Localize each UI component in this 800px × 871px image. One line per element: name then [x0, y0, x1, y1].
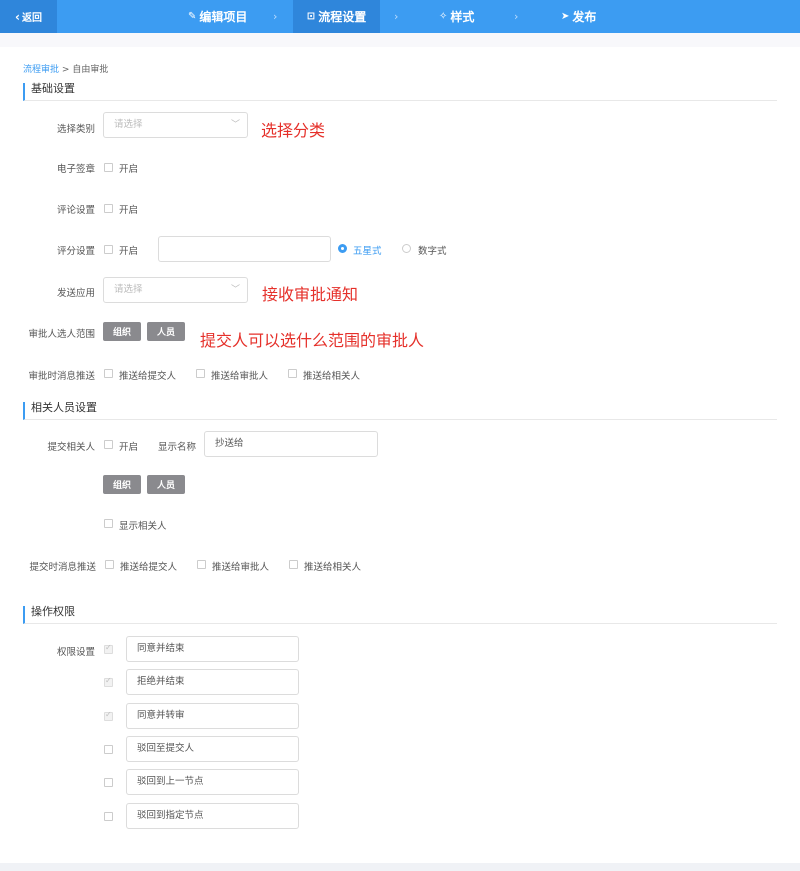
- approve-push-submitter-checkbox[interactable]: [104, 369, 113, 378]
- permission-item-input[interactable]: 同意并结束: [126, 636, 299, 662]
- comment-option: 开启: [119, 205, 139, 216]
- step-flow-settings[interactable]: ⊡ 流程设置: [293, 0, 380, 33]
- radio-five-star-label: 五星式: [353, 246, 382, 257]
- submit-push-related-label: 推送给相关人: [304, 562, 362, 573]
- show-related-label: 显示相关人: [119, 521, 167, 532]
- permission-checkbox[interactable]: [104, 676, 113, 687]
- display-name-input[interactable]: 抄送给: [204, 431, 378, 457]
- step-label: 样式: [450, 10, 475, 24]
- annotation-range: 提交人可以选什么范围的审批人: [200, 331, 425, 350]
- flow-icon: ⊡: [306, 11, 316, 22]
- related-person-button[interactable]: 人员: [147, 475, 185, 494]
- chevron-down-icon: ﹀: [230, 120, 240, 130]
- permission-item-input[interactable]: 驳回到上一节点: [126, 769, 299, 795]
- step-edit-project[interactable]: ✎ 编辑项目: [188, 0, 247, 33]
- radio-numeric-label: 数字式: [418, 246, 447, 257]
- chevron-right-icon: ›: [394, 10, 399, 23]
- step-publish[interactable]: ➤ 发布: [561, 0, 596, 33]
- section-title: 基础设置: [31, 82, 75, 95]
- permission-checkbox[interactable]: [104, 745, 113, 754]
- style-icon: ✧: [439, 11, 448, 22]
- step-label: 发布: [572, 10, 597, 24]
- signature-label: 电子签章: [56, 164, 95, 175]
- permission-item-input[interactable]: 驳回到指定节点: [126, 803, 299, 829]
- approve-push-approver-checkbox[interactable]: [196, 369, 205, 378]
- top-nav-bar: ‹ 返回 ✎ 编辑项目 › ⊡ 流程设置 › ✧ 样式 › ➤ 发布: [0, 0, 800, 33]
- submit-related-checkbox[interactable]: [104, 440, 113, 449]
- step-label: 流程设置: [318, 10, 367, 24]
- score-label: 评分设置: [56, 246, 95, 257]
- score-option: 开启: [119, 246, 139, 257]
- submit-push-approver-checkbox[interactable]: [197, 560, 206, 569]
- section-related-settings: 相关人员设置: [23, 402, 777, 420]
- pencil-icon: ✎: [188, 11, 197, 22]
- submit-push-approver-label: 推送给审批人: [212, 562, 270, 573]
- permission-checkbox[interactable]: [104, 812, 113, 821]
- back-button[interactable]: ‹ 返回: [0, 0, 57, 33]
- send-icon: ➤: [561, 11, 570, 22]
- permission-checkbox[interactable]: [104, 710, 113, 721]
- submit-push-submitter-label: 推送给提交人: [120, 562, 178, 573]
- range-label: 审批人选人范围: [28, 329, 95, 340]
- step-style[interactable]: ✧ 样式: [439, 0, 474, 33]
- app-select[interactable]: 请选择 ﹀: [103, 277, 248, 303]
- permission-item-input[interactable]: 同意并转审: [126, 703, 299, 729]
- footer-strip: [0, 863, 800, 871]
- range-org-button[interactable]: 组织: [103, 322, 141, 341]
- approve-push-related-label: 推送给相关人: [303, 371, 361, 382]
- comment-checkbox[interactable]: [104, 204, 113, 213]
- approve-push-label: 审批时消息推送: [28, 371, 95, 382]
- category-placeholder: 请选择: [114, 119, 143, 130]
- chevron-right-icon: ›: [273, 10, 278, 23]
- comment-label: 评论设置: [56, 205, 95, 216]
- section-title: 操作权限: [31, 605, 75, 618]
- score-checkbox[interactable]: [104, 245, 113, 254]
- back-label: 返回: [21, 13, 42, 24]
- header-strip: [0, 33, 800, 47]
- radio-numeric[interactable]: [402, 244, 411, 253]
- submit-push-related-checkbox[interactable]: [289, 560, 298, 569]
- annotation-category: 选择分类: [261, 121, 326, 140]
- breadcrumb-separator: >: [61, 65, 70, 75]
- score-input[interactable]: [158, 236, 331, 262]
- approve-push-related-checkbox[interactable]: [288, 369, 297, 378]
- submit-push-submitter-checkbox[interactable]: [105, 560, 114, 569]
- annotation-app: 接收审批通知: [262, 285, 359, 304]
- permission-item-input[interactable]: 驳回至提交人: [126, 736, 299, 762]
- show-related-checkbox[interactable]: [104, 519, 113, 528]
- submit-push-label: 提交时消息推送: [29, 562, 96, 573]
- chevron-down-icon: ﹀: [230, 285, 240, 295]
- breadcrumb-current: 自由审批: [72, 65, 109, 75]
- category-label: 选择类别: [56, 124, 95, 135]
- signature-option: 开启: [119, 164, 139, 175]
- display-name-label: 显示名称: [158, 442, 197, 453]
- permission-checkbox[interactable]: [104, 778, 113, 787]
- section-permissions: 操作权限: [23, 606, 777, 624]
- breadcrumb-parent-link[interactable]: 流程审批: [23, 65, 59, 75]
- related-org-button[interactable]: 组织: [103, 475, 141, 494]
- breadcrumb: 流程审批 > 自由审批: [23, 62, 108, 75]
- chevron-right-icon: ›: [514, 10, 519, 23]
- approve-push-submitter-label: 推送给提交人: [119, 371, 177, 382]
- permission-checkbox[interactable]: [104, 643, 113, 654]
- radio-five-star[interactable]: [338, 244, 347, 253]
- section-basic-settings: 基础设置: [23, 83, 777, 101]
- submit-related-label: 提交相关人: [47, 442, 95, 453]
- signature-checkbox[interactable]: [104, 163, 113, 172]
- approve-push-approver-label: 推送给审批人: [211, 371, 269, 382]
- step-label: 编辑项目: [199, 10, 248, 24]
- app-label: 发送应用: [56, 288, 95, 299]
- range-person-button[interactable]: 人员: [147, 322, 185, 341]
- chevron-left-icon: ‹: [15, 9, 20, 24]
- section-title: 相关人员设置: [31, 401, 97, 414]
- permission-item-input[interactable]: 拒绝并结束: [126, 669, 299, 695]
- category-select[interactable]: 请选择 ﹀: [103, 112, 248, 138]
- app-placeholder: 请选择: [114, 284, 143, 295]
- submit-related-option: 开启: [119, 442, 139, 453]
- permission-label: 权限设置: [56, 647, 95, 658]
